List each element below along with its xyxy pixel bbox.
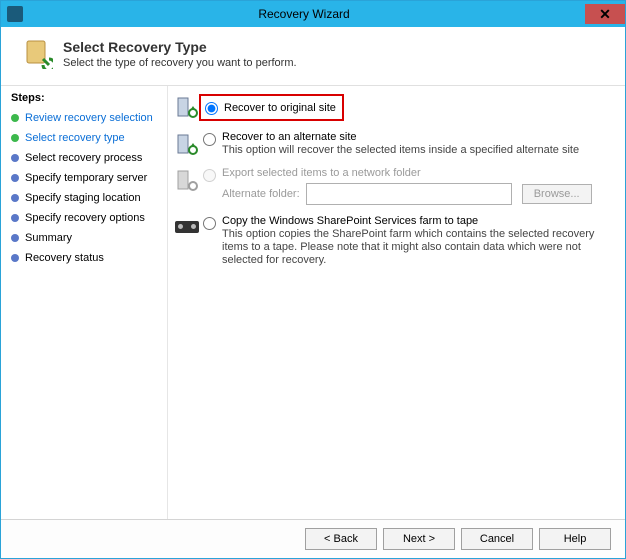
page-title: Select Recovery Type [63,39,297,55]
option-recover-original: Recover to original site [173,94,613,121]
option-label: Copy the Windows SharePoint Services far… [222,215,613,227]
window-title: Recovery Wizard [23,7,585,21]
radio-recover-original[interactable] [205,102,218,115]
divider [167,86,168,520]
step-summary[interactable]: Summary [11,228,159,248]
browse-button: Browse... [522,184,592,204]
option-label: Recover to original site [224,102,336,114]
pending-icon [11,214,19,222]
radio-recover-alternate[interactable] [203,133,216,146]
steps-sidebar: Steps: Review recovery selection Select … [1,86,167,520]
titlebar: Recovery Wizard ✕ [1,1,625,27]
page-subtitle: Select the type of recovery you want to … [63,57,297,69]
wizard-header: Select Recovery Type Select the type of … [1,27,625,77]
radio-export-network [203,169,216,182]
option-label: Export selected items to a network folde… [222,167,613,179]
alternate-folder-label: Alternate folder: [222,188,300,200]
option-recover-alternate: Recover to an alternate site This option… [173,131,613,157]
pending-icon [11,154,19,162]
tape-icon [175,221,199,233]
pending-icon [11,234,19,242]
step-specify-staging-location[interactable]: Specify staging location [11,188,159,208]
next-button[interactable]: Next > [383,528,455,550]
back-button[interactable]: < Back [305,528,377,550]
steps-list: Review recovery selection Select recover… [11,108,159,268]
cancel-button[interactable]: Cancel [461,528,533,550]
close-button[interactable]: ✕ [585,4,625,24]
recovery-wizard-window: Recovery Wizard ✕ Select Recovery Type S… [0,0,626,559]
recovery-icon [23,39,53,69]
option-export-network: Export selected items to a network folde… [173,167,613,205]
help-button[interactable]: Help [539,528,611,550]
step-review-recovery-selection[interactable]: Review recovery selection [11,108,159,128]
pending-icon [11,174,19,182]
option-label: Recover to an alternate site [222,131,613,143]
options-panel: Recover to original site Recover to an a… [167,86,625,520]
app-icon [7,6,23,22]
step-specify-recovery-options[interactable]: Specify recovery options [11,208,159,228]
wizard-body: Steps: Review recovery selection Select … [1,85,625,520]
steps-heading: Steps: [11,92,159,104]
step-select-recovery-type[interactable]: Select recovery type [11,128,159,148]
check-icon [11,134,19,142]
step-specify-temporary-server[interactable]: Specify temporary server [11,168,159,188]
server-disabled-icon [176,169,198,191]
alternate-folder-row: Alternate folder: Browse... [222,183,613,205]
server-icon [176,96,198,118]
option-description: This option will recover the selected it… [222,144,613,157]
wizard-footer: < Back Next > Cancel Help [1,519,625,558]
pending-icon [11,254,19,262]
pending-icon [11,194,19,202]
check-icon [11,114,19,122]
radio-copy-to-tape[interactable] [203,217,216,230]
selection-highlight: Recover to original site [199,94,344,121]
step-select-recovery-process[interactable]: Select recovery process [11,148,159,168]
server-alt-icon [176,133,198,155]
option-copy-to-tape: Copy the Windows SharePoint Services far… [173,215,613,267]
option-description: This option copies the SharePoint farm w… [222,228,613,267]
step-recovery-status[interactable]: Recovery status [11,248,159,268]
alternate-folder-input [306,183,512,205]
